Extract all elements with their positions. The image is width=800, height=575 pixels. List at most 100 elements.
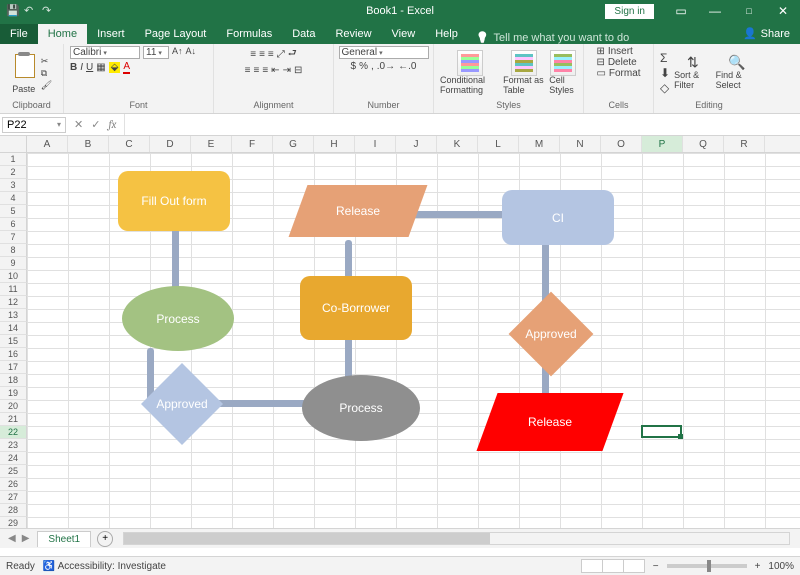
tab-home[interactable]: Home — [38, 24, 87, 44]
shape-approved-2[interactable]: Approved — [507, 303, 595, 365]
name-box[interactable]: P22 — [2, 117, 66, 133]
shape-process-1[interactable]: Process — [122, 286, 234, 351]
row-header[interactable]: 13 — [0, 309, 27, 322]
zoom-out-button[interactable]: − — [653, 561, 659, 572]
row-header[interactable]: 18 — [0, 374, 27, 387]
row-header[interactable]: 6 — [0, 218, 27, 231]
ribbon-options-icon[interactable]: ▭ — [664, 0, 698, 22]
row-header[interactable]: 4 — [0, 192, 27, 205]
grow-font-icon[interactable]: A↑ — [172, 46, 183, 59]
autosum-icon[interactable]: Σ — [660, 51, 670, 65]
column-header[interactable]: M — [519, 136, 560, 152]
tab-view[interactable]: View — [382, 24, 426, 44]
sign-in-button[interactable]: Sign in — [605, 4, 654, 19]
column-header[interactable]: A — [27, 136, 68, 152]
row-header[interactable]: 24 — [0, 452, 27, 465]
maximize-button[interactable]: □ — [732, 0, 766, 22]
row-header[interactable]: 22 — [0, 426, 27, 439]
row-header[interactable]: 1 — [0, 153, 27, 166]
column-header[interactable]: Q — [683, 136, 724, 152]
row-header[interactable]: 16 — [0, 348, 27, 361]
format-cells-button[interactable]: ▭ Format — [596, 68, 640, 79]
undo-icon[interactable]: ↶ — [24, 4, 38, 18]
sort-filter-button[interactable]: ⇅Sort & Filter — [674, 55, 712, 90]
merge-icon[interactable]: ⊟ — [294, 65, 302, 76]
row-header[interactable]: 5 — [0, 205, 27, 218]
indent-increase-icon[interactable]: ⇥ — [283, 65, 291, 76]
font-size-select[interactable]: 11 — [143, 46, 169, 59]
row-header[interactable]: 10 — [0, 270, 27, 283]
align-left-icon[interactable]: ≡ — [245, 65, 251, 76]
view-normal-button[interactable] — [581, 559, 603, 573]
row-header[interactable]: 7 — [0, 231, 27, 244]
column-header[interactable]: I — [355, 136, 396, 152]
column-header[interactable]: B — [68, 136, 109, 152]
format-painter-icon[interactable]: 🖌 — [41, 80, 52, 91]
row-header[interactable]: 21 — [0, 413, 27, 426]
paste-button[interactable]: Paste — [12, 84, 35, 94]
decrease-decimal-icon[interactable]: ←.0 — [398, 61, 416, 72]
row-header[interactable]: 20 — [0, 400, 27, 413]
indent-decrease-icon[interactable]: ⇤ — [271, 65, 279, 76]
column-header[interactable]: P — [642, 136, 683, 152]
row-header[interactable]: 27 — [0, 491, 27, 504]
shape-process-2[interactable]: Process — [302, 375, 420, 441]
column-header[interactable]: L — [478, 136, 519, 152]
tab-page-layout[interactable]: Page Layout — [135, 24, 217, 44]
tab-formulas[interactable]: Formulas — [216, 24, 282, 44]
tab-help[interactable]: Help — [425, 24, 468, 44]
tab-data[interactable]: Data — [282, 24, 325, 44]
column-header[interactable]: F — [232, 136, 273, 152]
row-header[interactable]: 14 — [0, 322, 27, 335]
shape-approved-1[interactable]: Approved — [142, 375, 222, 433]
redo-icon[interactable]: ↷ — [42, 4, 56, 18]
orientation-icon[interactable]: ⤢ — [277, 49, 285, 60]
italic-button[interactable]: I — [80, 62, 83, 73]
row-header[interactable]: 2 — [0, 166, 27, 179]
view-page-break-button[interactable] — [623, 559, 645, 573]
number-format-select[interactable]: General — [339, 46, 429, 59]
row-header[interactable]: 26 — [0, 478, 27, 491]
row-header[interactable]: 19 — [0, 387, 27, 400]
align-right-icon[interactable]: ≡ — [262, 65, 268, 76]
spreadsheet-grid[interactable]: ABCDEFGHIJKLMNOPQR 123456789101112131415… — [0, 136, 800, 528]
close-button[interactable]: ✕ — [766, 0, 800, 22]
tab-insert[interactable]: Insert — [87, 24, 135, 44]
column-header[interactable]: O — [601, 136, 642, 152]
fill-color-icon[interactable]: ⬙ — [109, 62, 121, 73]
column-header[interactable]: H — [314, 136, 355, 152]
column-header[interactable]: K — [437, 136, 478, 152]
align-bottom-icon[interactable]: ≡ — [268, 49, 274, 60]
wrap-text-icon[interactable]: ⮐ — [288, 46, 297, 63]
align-middle-icon[interactable]: ≡ — [259, 49, 265, 60]
row-header[interactable]: 25 — [0, 465, 27, 478]
cell-styles-button[interactable]: Cell Styles — [549, 50, 577, 96]
zoom-level[interactable]: 100% — [768, 561, 794, 572]
row-header[interactable]: 12 — [0, 296, 27, 309]
row-header[interactable]: 15 — [0, 335, 27, 348]
row-header[interactable]: 29 — [0, 517, 27, 528]
column-header[interactable]: J — [396, 136, 437, 152]
row-header[interactable]: 8 — [0, 244, 27, 257]
row-header[interactable]: 9 — [0, 257, 27, 270]
shape-release-2[interactable]: Release — [487, 393, 613, 451]
conditional-formatting-button[interactable]: Conditional Formatting — [440, 50, 499, 96]
cancel-formula-icon[interactable]: ✕ — [74, 118, 83, 131]
currency-icon[interactable]: $ — [351, 61, 357, 72]
format-as-table-button[interactable]: Format as Table — [503, 50, 545, 96]
sheet-tab[interactable]: Sheet1 — [37, 531, 91, 547]
tab-file[interactable]: File — [0, 24, 38, 44]
row-header[interactable]: 17 — [0, 361, 27, 374]
select-all-corner[interactable] — [0, 136, 27, 152]
sheet-prev-icon[interactable]: ◀ — [8, 533, 16, 544]
view-page-layout-button[interactable] — [602, 559, 624, 573]
column-header[interactable]: E — [191, 136, 232, 152]
insert-cells-button[interactable]: ⊞ Insert — [596, 46, 632, 57]
row-header[interactable]: 3 — [0, 179, 27, 192]
add-sheet-button[interactable]: + — [97, 531, 113, 547]
align-center-icon[interactable]: ≡ — [253, 65, 259, 76]
column-header[interactable]: N — [560, 136, 601, 152]
enter-formula-icon[interactable]: ✓ — [91, 118, 100, 131]
share-button[interactable]: 👤 Share — [733, 23, 800, 44]
minimize-button[interactable]: — — [698, 0, 732, 22]
